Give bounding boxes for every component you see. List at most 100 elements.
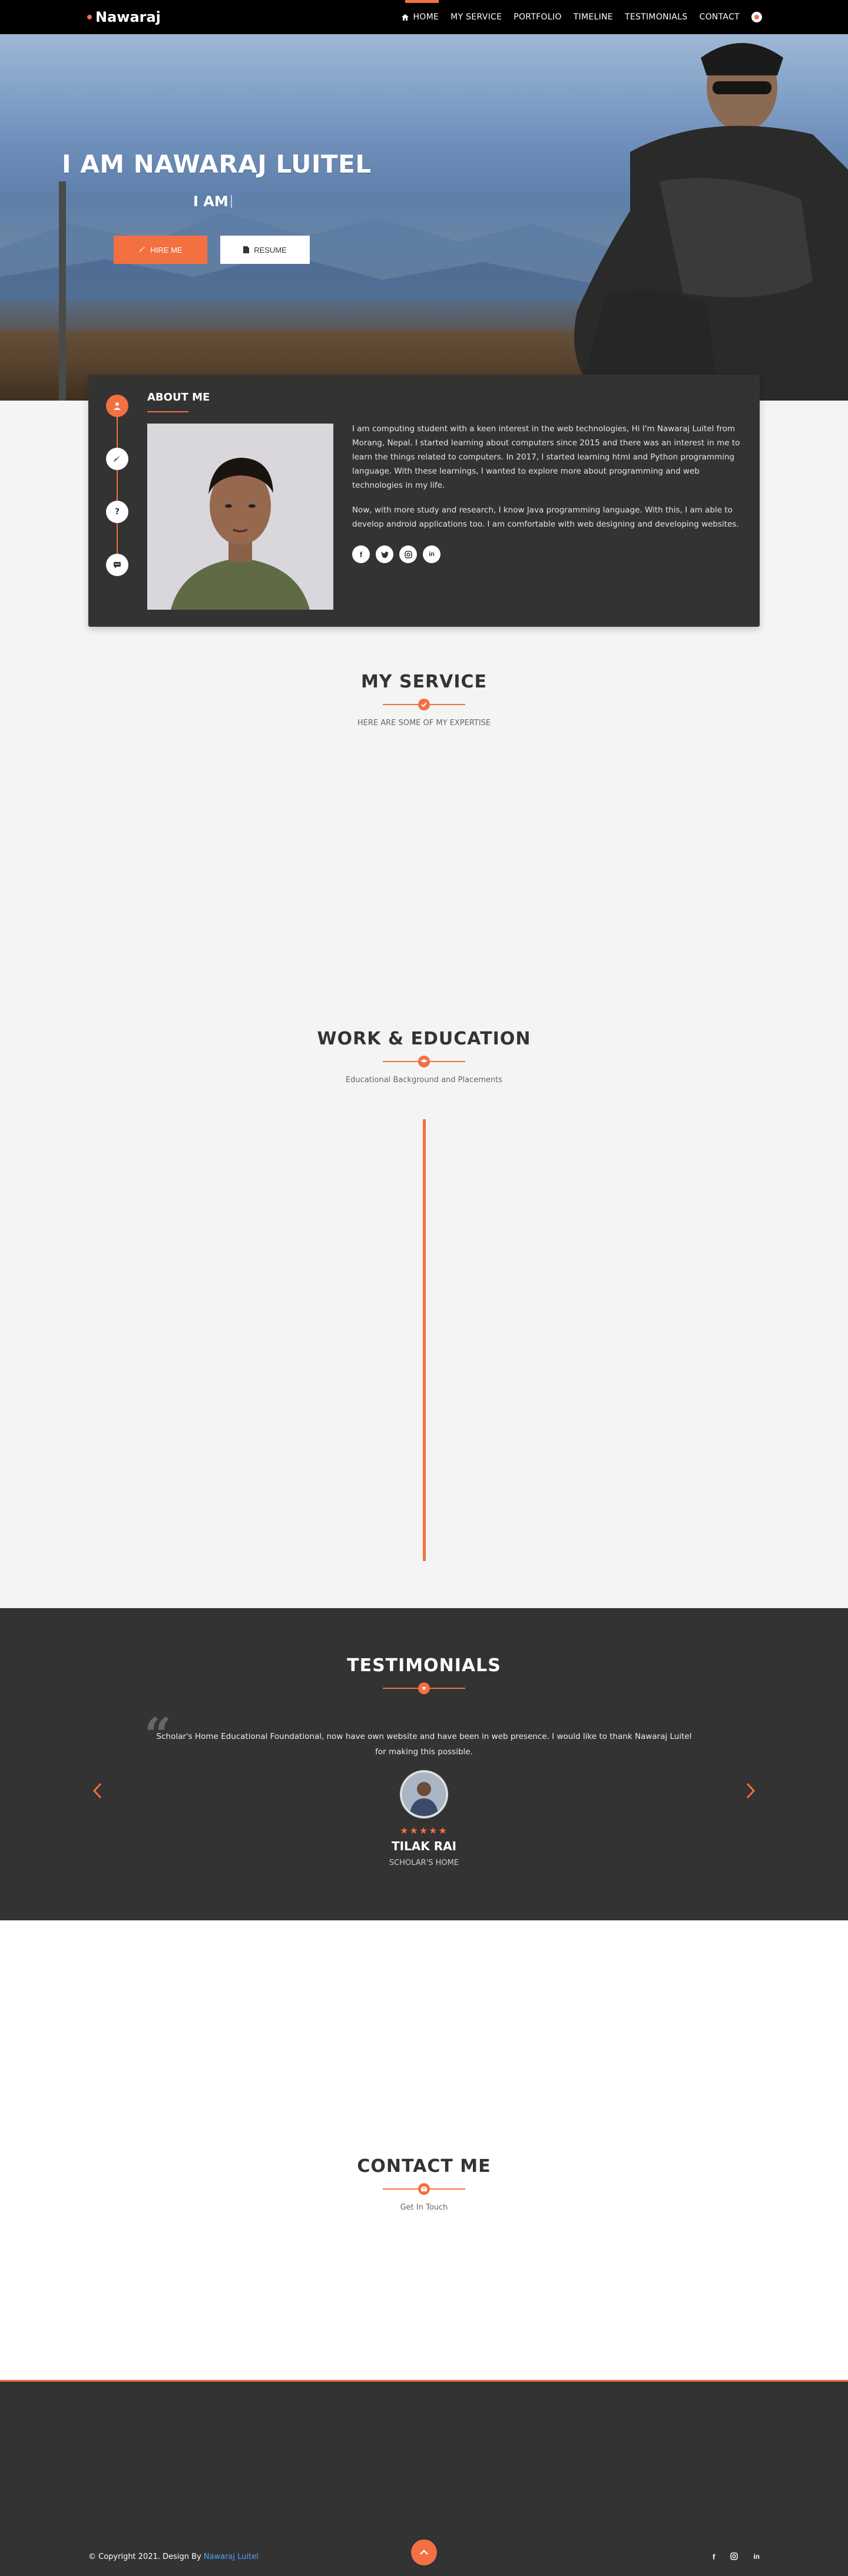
contact-divider (383, 2183, 465, 2195)
brand-name: Nawaraj (95, 9, 161, 25)
nav-link-label: CONTACT (699, 12, 740, 22)
author-link[interactable]: Nawaraj Luitel (204, 2552, 259, 2561)
chat-icon (114, 562, 121, 568)
footer: © Copyright 2021. Design By Nawaraj Luit… (0, 2380, 848, 2576)
star-icon: ★ (418, 1682, 430, 1694)
hire-me-label: HIRE ME (150, 245, 183, 254)
divider-line (430, 1688, 465, 1689)
nav-link-label: TIMELINE (573, 12, 613, 22)
file-icon (243, 246, 250, 253)
testimonial-avatar (400, 1770, 448, 1818)
nav-menu: HOME MY SERVICE PORTFOLIO TIMELINE TESTI… (402, 0, 762, 34)
twitter-icon (380, 551, 389, 558)
rating-stars: ★★★★★ (400, 1825, 448, 1836)
divider-line (383, 2188, 418, 2190)
linkedin-icon[interactable]: in (753, 2552, 760, 2561)
hero-title: I AM NAWARAJ LUITEL (62, 150, 372, 178)
about-paragraph-1: I am computing student with a keen inter… (352, 424, 740, 490)
work-title: WORK & EDUCATION (317, 1029, 531, 1049)
facebook-icon[interactable]: f (713, 2552, 715, 2561)
nav-link-label: PORTFOLIO (514, 12, 562, 22)
navbar: Nawaraj HOME MY SERVICE PORTFOLIO TIMELI… (0, 0, 848, 34)
about-text: I am computing student with a keen inter… (352, 422, 741, 542)
theme-toggle-button[interactable] (751, 12, 762, 22)
about-paragraph-2: Now, with more study and research, I kno… (352, 505, 739, 529)
about-underline (147, 411, 188, 412)
work-divider (383, 1056, 465, 1067)
contact-title: CONTACT ME (357, 2156, 491, 2177)
resume-button[interactable]: RESUME (220, 236, 310, 264)
scroll-to-top-button[interactable] (411, 2539, 437, 2565)
nav-link-timeline[interactable]: TIMELINE (574, 0, 613, 34)
instagram-icon[interactable] (730, 2552, 738, 2560)
profile-photo (147, 424, 333, 610)
testimonials-section: TESTIMONIALS ★ “ Scholar's Home Educatio… (0, 1608, 848, 1920)
instagram-icon (404, 550, 412, 558)
linkedin-link[interactable]: in (423, 545, 440, 563)
service-title: MY SERVICE (360, 672, 488, 692)
work-subtitle: Educational Background and Placements (345, 1076, 503, 1084)
testimonials-title: TESTIMONIALS (347, 1655, 501, 1676)
footer-social-links: f in (713, 2552, 760, 2561)
copyright-prefix: © Copyright 2021. Design By (88, 2552, 204, 2561)
brand-dot-icon (87, 15, 92, 19)
graduation-icon (418, 1056, 430, 1067)
brand-logo[interactable]: Nawaraj (87, 9, 161, 25)
nav-link-contact[interactable]: CONTACT (700, 0, 740, 34)
about-tab-chat[interactable] (106, 554, 128, 576)
linkedin-icon: in (429, 551, 435, 558)
chevron-up-icon (420, 2549, 428, 2555)
divider-line (383, 704, 418, 705)
about-card: ? ABOUT ME I am computing student with a… (88, 375, 760, 627)
resume-label: RESUME (254, 245, 287, 254)
rocket-icon (139, 247, 145, 253)
timeline-line (423, 1119, 426, 1561)
next-arrow-button[interactable] (742, 1779, 760, 1803)
nav-link-service[interactable]: MY SERVICE (450, 0, 502, 34)
nav-link-testimonials[interactable]: TESTIMONIALS (625, 0, 688, 34)
testimonial-name: TILAK RAI (391, 1839, 457, 1853)
hero-person-image (574, 43, 848, 401)
nav-link-label: TESTIMONIALS (624, 12, 688, 22)
nav-link-home[interactable]: HOME (402, 0, 439, 34)
about-tab-question[interactable]: ? (106, 501, 128, 523)
nav-link-portfolio[interactable]: PORTFOLIO (514, 0, 561, 34)
divider-line (430, 1061, 465, 1062)
theme-toggle-icon (754, 15, 759, 19)
envelope-icon (418, 2183, 430, 2195)
about-tab-rocket[interactable] (106, 448, 128, 470)
about-social-links: f in (352, 545, 440, 563)
divider-line (383, 1061, 418, 1062)
divider-line (383, 1688, 418, 1689)
testimonial-quote: Scholar's Home Educational Foundational,… (156, 1732, 692, 1757)
about-tabs-line (117, 405, 118, 576)
testimonial-company: SCHOLAR'S HOME (389, 1859, 459, 1867)
hero-section: I AM NAWARAJ LUITEL I AM HIRE ME RESUME (0, 34, 848, 401)
check-icon (418, 699, 430, 710)
divider-line (430, 704, 465, 705)
nav-link-label: HOME (413, 12, 439, 22)
testimonials-divider: ★ (383, 1682, 465, 1694)
pole-image (59, 181, 66, 401)
prev-arrow-button[interactable] (88, 1779, 106, 1803)
chevron-right-icon (746, 1783, 756, 1799)
about-tab-user[interactable] (106, 395, 128, 417)
user-icon (114, 402, 121, 410)
service-divider (383, 699, 465, 710)
contact-subtitle: Get In Touch (400, 2203, 448, 2212)
twitter-link[interactable] (376, 545, 393, 563)
typing-caret (230, 195, 232, 208)
question-icon: ? (114, 507, 120, 517)
contact-section: CONTACT ME Get In Touch (0, 1920, 848, 2380)
about-title: ABOUT ME (147, 391, 210, 404)
service-subtitle: HERE ARE SOME OF MY EXPERTISE (357, 719, 491, 728)
chevron-left-icon (92, 1783, 102, 1799)
rocket-icon (114, 455, 121, 462)
home-icon (402, 14, 409, 21)
copyright-text: © Copyright 2021. Design By Nawaraj Luit… (88, 2552, 259, 2561)
hero-subtitle-text: I AM (193, 193, 228, 210)
facebook-link[interactable]: f (352, 545, 370, 563)
divider-line (430, 2188, 465, 2190)
hire-me-button[interactable]: HIRE ME (114, 236, 207, 264)
instagram-link[interactable] (399, 545, 417, 563)
